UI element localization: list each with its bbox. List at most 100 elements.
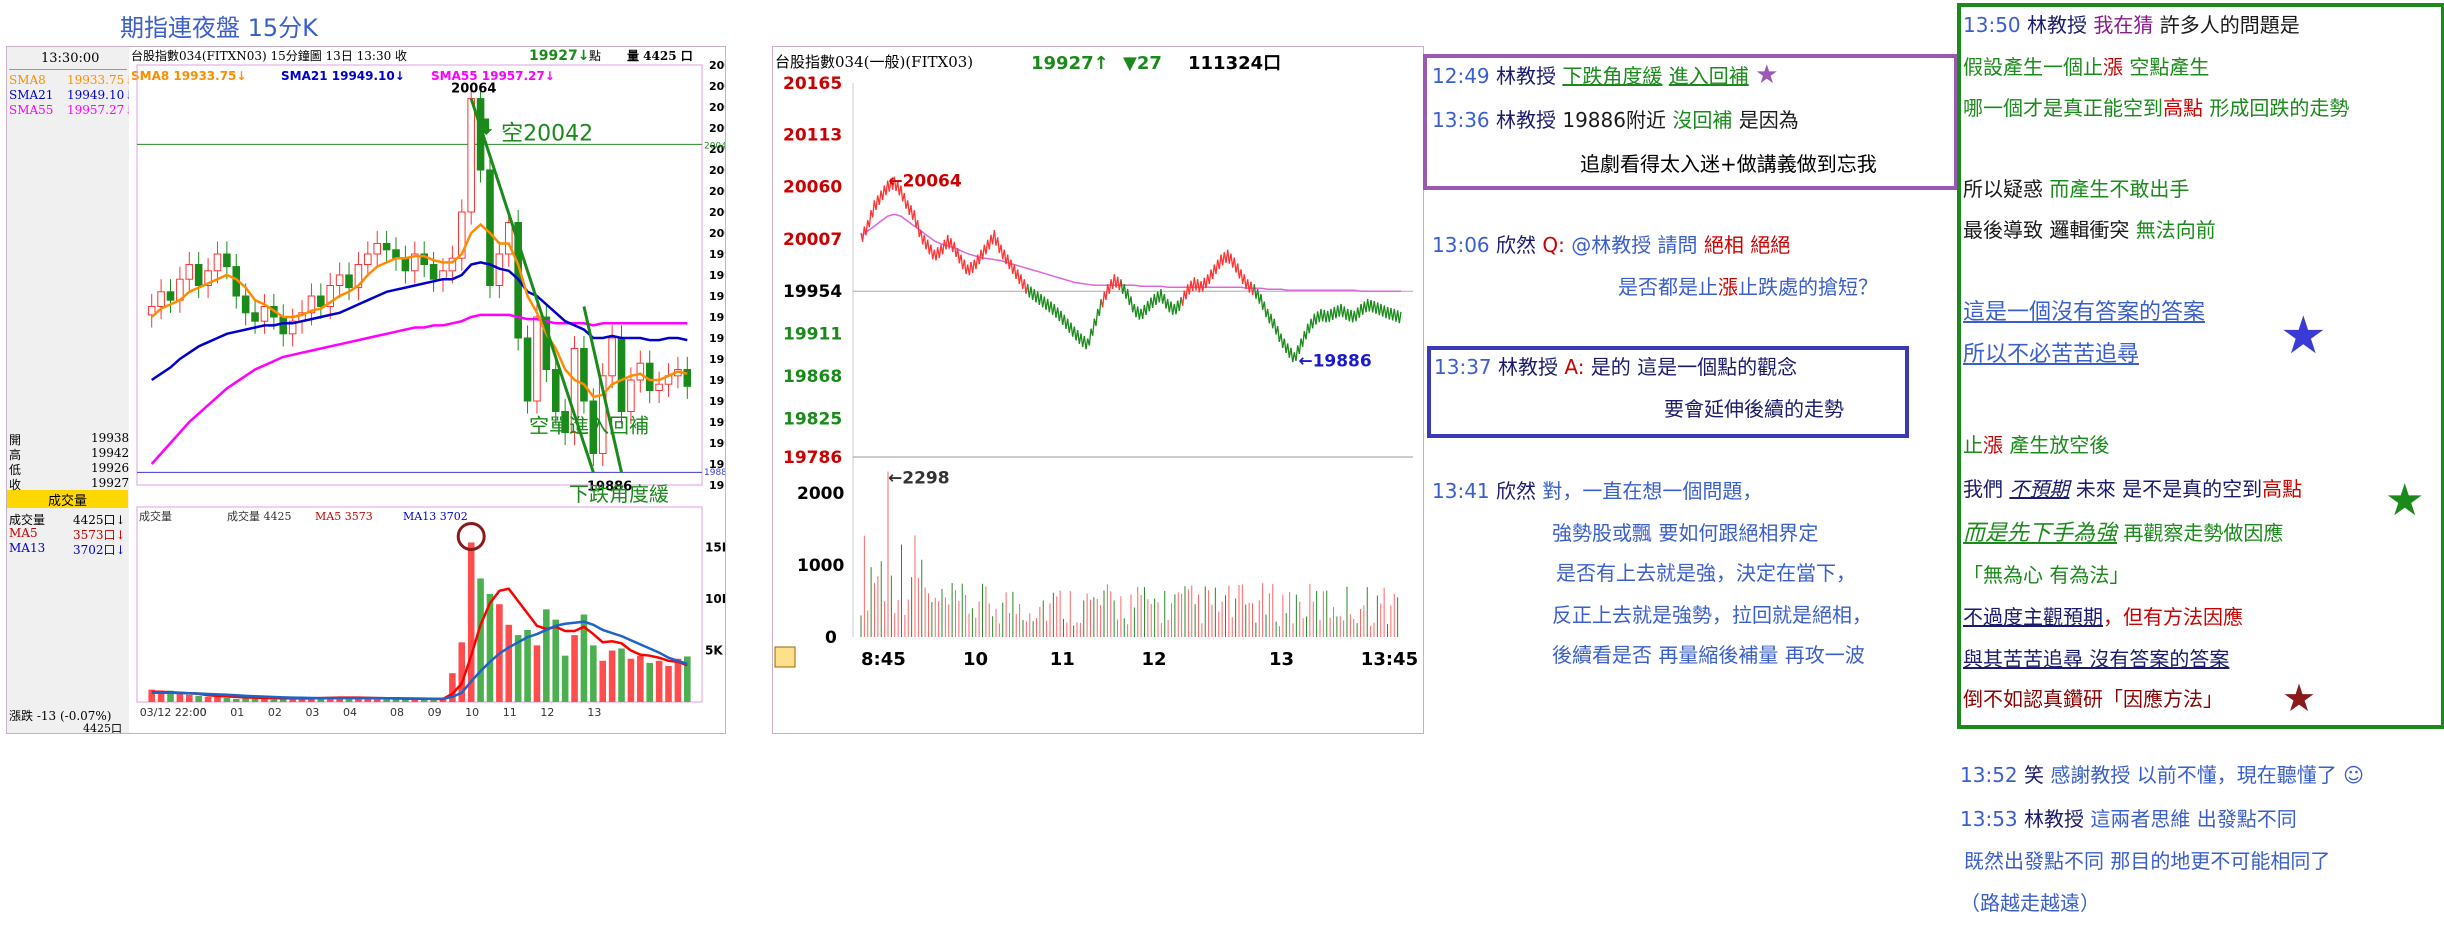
x-axis-tick: 04 (343, 706, 357, 719)
vol-axis-tick: 10K (705, 592, 725, 606)
price-axis-tick: 19950 (709, 332, 725, 345)
candle-body (260, 306, 269, 322)
volume-bar (505, 624, 513, 702)
mid-vol-tick: 0 (825, 628, 837, 648)
mid-price-tick: 19786 (783, 448, 842, 468)
volume-bar (223, 697, 231, 702)
mid-header-change: ▼27 (1123, 53, 1162, 74)
volume-bar (514, 635, 522, 702)
mid-price-tick: 20165 (783, 74, 842, 94)
candle-body (636, 362, 645, 381)
price-axis-tick: 20010 (709, 206, 725, 219)
volume-bar (543, 609, 550, 702)
volume-bar (185, 694, 193, 702)
sma-info-value: 19957.27↓ (67, 103, 135, 117)
star-icon: ★ (1755, 60, 1779, 90)
vol-header-item: MA5 3573 (315, 510, 373, 523)
volume-bar (195, 695, 202, 702)
volume-bar (618, 648, 625, 702)
x-axis-tick: 02 (268, 706, 282, 719)
candle-body (185, 264, 194, 280)
right-line-13: 與其苦苦追尋 沒有答案的答案 (1963, 647, 2230, 671)
x-axis-tick: 10 (465, 706, 479, 719)
left-legend-item: SMA21 19949.10↓ (281, 69, 405, 83)
sma-info-label: SMA8 (9, 73, 46, 87)
x-axis-tick: 08 (390, 706, 404, 719)
right-line-11: 「無為心 有為法」 (1963, 563, 2130, 587)
mid-vol-tick: 1000 (797, 556, 844, 576)
volume-bar (176, 693, 184, 702)
mid-price-tick: 19911 (783, 325, 842, 345)
mid-bg (773, 47, 1423, 733)
note-3-line2: 是否都是止漲止跌處的搶短？ (1618, 275, 1878, 299)
volume-bar (590, 645, 597, 702)
vol-header-item: MA13 3702 (403, 510, 468, 523)
candle-body (551, 369, 560, 412)
mid-header: 台股指數034(一般)(FITX03) (775, 53, 973, 71)
price-axis-tick: 19900 (709, 437, 725, 450)
candle-body (533, 316, 541, 402)
x-axis-tick: 13 (587, 706, 601, 719)
x-axis-tick: 11 (503, 706, 517, 719)
vol-axis-tick: 5K (705, 644, 723, 658)
volume-bar (242, 698, 249, 702)
vol-axis-tick: 15K (705, 541, 725, 555)
sma-info-label: SMA55 (9, 103, 54, 117)
price-axis-tick: 20070 (709, 80, 725, 93)
left-chart-panel[interactable]: 13:30:00 成交量 漲跌 -13 (-0.07%) 4425口 SMA8 1… (6, 46, 726, 735)
right-line-10: 而是先下手為強 再觀察走勢做因應 (1963, 521, 2284, 546)
candle-body (317, 295, 325, 307)
note-3: 13:06 欣然 Q: @林教授 請問 絕相 絕絕 (1432, 233, 1791, 257)
volume-bar (270, 699, 278, 702)
price-axis-tick: 20030 (709, 164, 725, 177)
note-7-line3: （路越走越遠） (1960, 891, 2100, 915)
candle-body (157, 291, 165, 308)
right-line-7: 所以不必苦苦追尋 (1963, 342, 2140, 367)
volume-bar (655, 660, 663, 702)
mid-price-tick: 19825 (783, 410, 842, 430)
star-icon-blue: ★ (2280, 306, 2327, 366)
ohlc-value: 19927 (91, 476, 130, 490)
candle-body (382, 243, 391, 251)
candle-body (364, 253, 372, 265)
left-header-pts: 點 (589, 49, 601, 63)
star-icon-dark-red: ★ (2282, 676, 2317, 720)
note-5-line2: 強勢股或飄 要如何跟絕相界定 (1552, 521, 1819, 545)
mid-price-tick: 19954 (783, 282, 842, 302)
sma-info-label: SMA21 (9, 88, 54, 102)
candle-body (429, 264, 438, 280)
mid-tick-chart[interactable]: 台股指數034(一般)(FITX03) 19927↑ ▼27 111324口 20165… (773, 47, 1423, 733)
price-axis-tick: 20050 (709, 122, 725, 135)
candle-body (523, 337, 532, 402)
mid-chart-panel[interactable]: 台股指數034(一般)(FITX03) 19927↑ ▼27 111324口 20165… (772, 46, 1424, 734)
left-candle-chart[interactable]: 台股指數034(FITXN03) 15分鐘圖 13日 13:30 收 19927↓… (129, 47, 725, 733)
volume-bar (561, 655, 569, 702)
vol-header-item: 成交量 4425 (227, 509, 292, 523)
price-axis-tick: 19990 (709, 248, 725, 261)
candle-body (467, 98, 475, 213)
right-line-14: 倒不如認真鑽研「因應方法」 (1963, 687, 2223, 711)
candle-body (580, 348, 588, 402)
right-line-2: 假設產生一個止漲 空點產生 (1963, 55, 2210, 79)
candle-body (194, 264, 203, 286)
right-line-3: 哪一個才是真正能空到高點 形成回跌的走勢 (1963, 96, 2350, 120)
volume-bar (674, 658, 682, 702)
volume-bar (599, 660, 607, 702)
right-line-6: 這是一個沒有答案的答案 (1963, 300, 2206, 325)
note-2: 13:36 林教授 19886附近 沒回補 是因為 (1432, 108, 1799, 132)
price-axis-tick: 20060 (709, 101, 725, 114)
note-5: 13:41 欣然 對，一直在想一個問題， (1432, 479, 1763, 503)
mid-low-label: ←19886 (1298, 351, 1371, 371)
mid-x-tick: 12 (1142, 649, 1167, 670)
candle-body (392, 249, 400, 259)
x-axis-tick: 01 (230, 706, 244, 719)
price-axis-tick: 19910 (709, 416, 725, 429)
volume-bar (157, 692, 165, 702)
volume-bar (261, 698, 268, 702)
right-line-1: 13:50 林教授 我在猜 許多人的問題是 (1963, 13, 2300, 37)
cover-label: 空單進入回補 (529, 414, 649, 438)
x-axis-tick: 03 (305, 706, 319, 719)
note-6: 13:52 笑 感謝教授 以前不懂，現在聽懂了 ☺ (1960, 763, 2364, 787)
right-line-4: 所以疑惑 而產生不敢出手 (1963, 177, 2190, 201)
candle-body (241, 295, 250, 314)
